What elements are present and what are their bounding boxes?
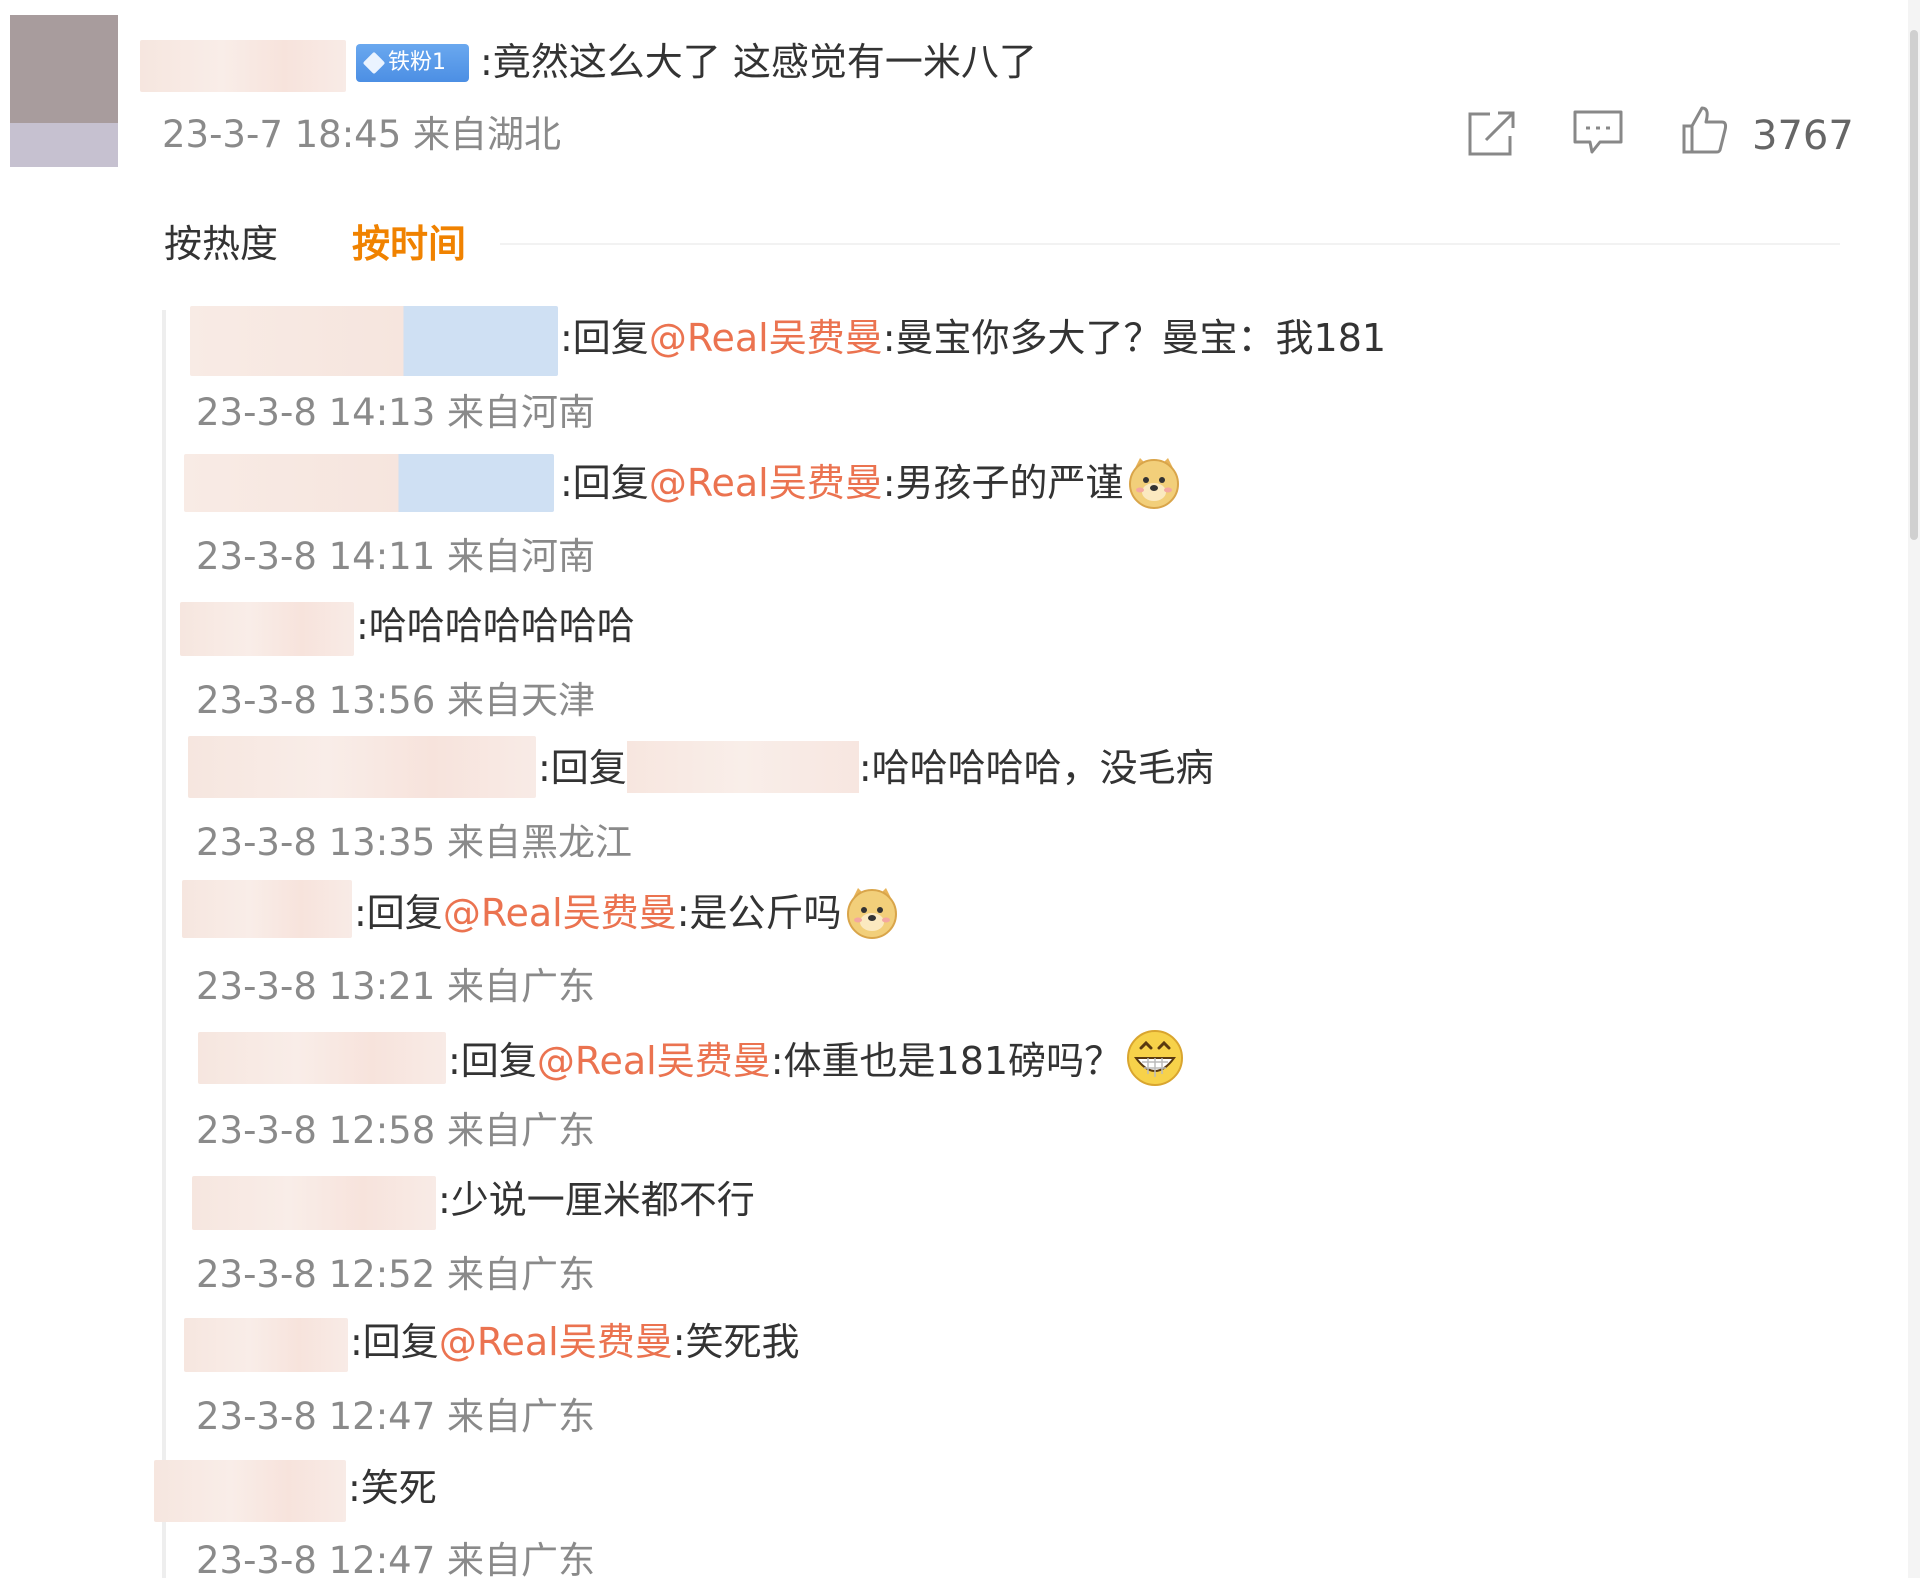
diamond-icon: [362, 51, 386, 75]
reply-meta: 23-3-8 12:58 来自广东: [196, 1109, 596, 1152]
comment-icon[interactable]: [1572, 108, 1624, 158]
username-blurred[interactable]: [140, 40, 346, 92]
reply-meta: 23-3-8 14:13 来自河南: [196, 391, 596, 434]
reply-body: :哈哈哈哈哈哈哈: [356, 604, 635, 648]
reply-text: :笑死: [348, 1460, 437, 1516]
reply-text: :回复@Real吴费曼:笑死我: [350, 1314, 800, 1370]
doge-emoji: [1126, 454, 1182, 525]
reply-meta: 23-3-8 12:52 来自广东: [196, 1253, 596, 1296]
reply-body: :男孩子的严谨: [882, 461, 1124, 505]
reply-username-blurred[interactable]: [188, 736, 536, 798]
reply-prefix: :回复: [560, 461, 649, 505]
reply-body: :曼宝你多大了？曼宝：我181: [882, 316, 1387, 360]
mention-link[interactable]: @Real吴费曼: [439, 1320, 673, 1364]
mention-link[interactable]: @Real吴费曼: [649, 461, 883, 505]
reply-username-blurred[interactable]: [180, 602, 354, 656]
like-icon[interactable]: [1680, 104, 1728, 156]
reply-prefix: :回复: [448, 1039, 537, 1083]
like-count: 3767: [1752, 113, 1854, 159]
comment-meta: 23-3-7 18:45 来自湖北: [162, 113, 562, 156]
reply-meta: 23-3-8 14:11 来自河南: [196, 535, 596, 578]
reply-username-blurred[interactable]: [190, 306, 558, 376]
reply-body: :体重也是181磅吗？: [770, 1039, 1123, 1083]
reply-prefix: :回复: [350, 1320, 439, 1364]
tab-sort-time[interactable]: 按时间: [352, 216, 466, 272]
reply-body: :笑死我: [672, 1320, 800, 1364]
reply-meta: 23-3-8 12:47 来自广东: [196, 1539, 596, 1582]
reply-body: :是公斤吗: [676, 891, 842, 935]
reply-meta: 23-3-8 12:47 来自广东: [196, 1395, 596, 1438]
fan-badge-label: 铁粉1: [388, 50, 446, 75]
fan-badge[interactable]: 铁粉1: [356, 44, 469, 82]
grin-emoji: [1124, 1028, 1186, 1103]
reply-text: :回复@Real吴费曼:曼宝你多大了？曼宝：我181: [560, 310, 1386, 366]
share-icon[interactable]: [1466, 108, 1518, 158]
mention-link[interactable]: @Real吴费曼: [443, 891, 677, 935]
reply-text: :少说一厘米都不行: [438, 1172, 755, 1228]
reply-meta: 23-3-8 13:35 来自黑龙江: [196, 821, 633, 864]
reply-text: :哈哈哈哈哈哈哈: [356, 598, 635, 654]
mention-link[interactable]: @Real吴费曼: [649, 316, 883, 360]
reply-thread-line: [162, 310, 166, 1578]
tab-sort-hot[interactable]: 按热度: [164, 216, 278, 272]
reply-username-blurred[interactable]: [184, 454, 554, 512]
reply-username-blurred[interactable]: [184, 1318, 348, 1372]
doge-emoji: [844, 884, 900, 955]
mention-link[interactable]: @Real吴费曼: [537, 1039, 771, 1083]
comment-text: :竟然这么大了 这感觉有一米八了: [480, 40, 1037, 84]
reply-prefix: :回复: [560, 316, 649, 360]
reply-username-blurred[interactable]: [198, 1032, 446, 1084]
reply-text: :回复@Real吴费曼:男孩子的严谨: [560, 454, 1182, 525]
reply-body: :哈哈哈哈哈，没毛病: [858, 746, 1214, 790]
reply-username-blurred[interactable]: [154, 1460, 346, 1522]
reply-meta: 23-3-8 13:21 来自广东: [196, 965, 596, 1008]
reply-text: :回复 :哈哈哈哈哈，没毛病: [538, 740, 1214, 796]
reply-username-blurred[interactable]: [192, 1176, 436, 1230]
reply-prefix: :回复: [538, 746, 627, 790]
avatar[interactable]: [10, 15, 118, 167]
reply-body: :笑死: [348, 1466, 437, 1510]
tab-divider: [500, 243, 1840, 245]
reply-text: :回复@Real吴费曼:体重也是181磅吗？: [448, 1028, 1186, 1103]
scrollbar-thumb[interactable]: [1910, 30, 1918, 540]
reply-meta: 23-3-8 13:56 来自天津: [196, 679, 596, 722]
reply-username-blurred[interactable]: [182, 880, 352, 938]
reply-body: :少说一厘米都不行: [438, 1178, 755, 1222]
reply-text: :回复@Real吴费曼:是公斤吗: [354, 884, 900, 955]
reply-prefix: :回复: [354, 891, 443, 935]
reply-target-blurred[interactable]: [626, 741, 859, 793]
